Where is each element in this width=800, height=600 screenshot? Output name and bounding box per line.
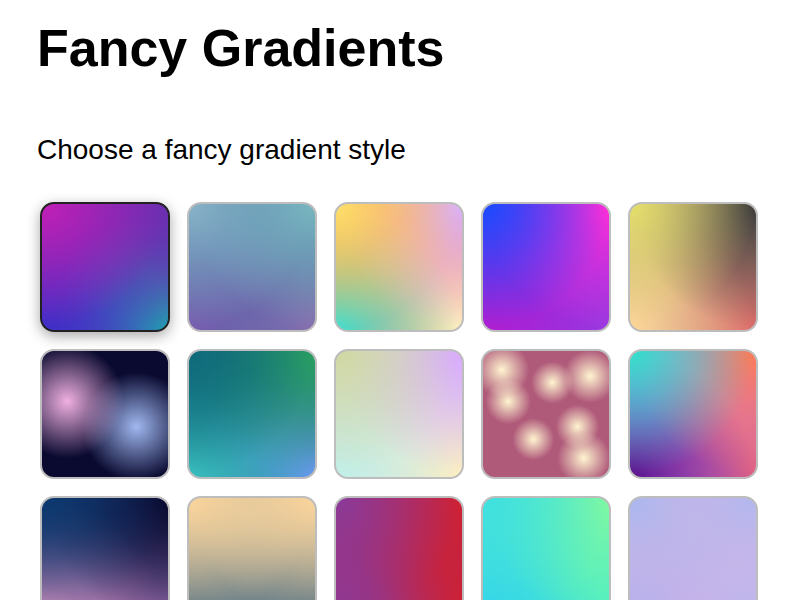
gradient-swatch[interactable] bbox=[334, 496, 464, 600]
gradient-swatch[interactable] bbox=[628, 349, 758, 479]
gradient-swatch[interactable] bbox=[40, 496, 170, 600]
swatch-grid bbox=[40, 202, 763, 600]
gradient-swatch[interactable] bbox=[187, 349, 317, 479]
gradient-swatch[interactable] bbox=[187, 496, 317, 600]
gradient-swatch[interactable] bbox=[481, 496, 611, 600]
gradient-swatch[interactable] bbox=[40, 202, 170, 332]
gradient-swatch[interactable] bbox=[40, 349, 170, 479]
gradient-swatch[interactable] bbox=[481, 202, 611, 332]
gradient-swatch[interactable] bbox=[334, 349, 464, 479]
gradient-swatch[interactable] bbox=[628, 496, 758, 600]
page: Fancy Gradients Choose a fancy gradient s… bbox=[0, 0, 800, 600]
subtitle: Choose a fancy gradient style bbox=[37, 132, 763, 168]
gradient-swatch[interactable] bbox=[334, 202, 464, 332]
gradient-swatch[interactable] bbox=[481, 349, 611, 479]
page-title: Fancy Gradients bbox=[37, 18, 763, 78]
gradient-swatch[interactable] bbox=[187, 202, 317, 332]
gradient-swatch[interactable] bbox=[628, 202, 758, 332]
